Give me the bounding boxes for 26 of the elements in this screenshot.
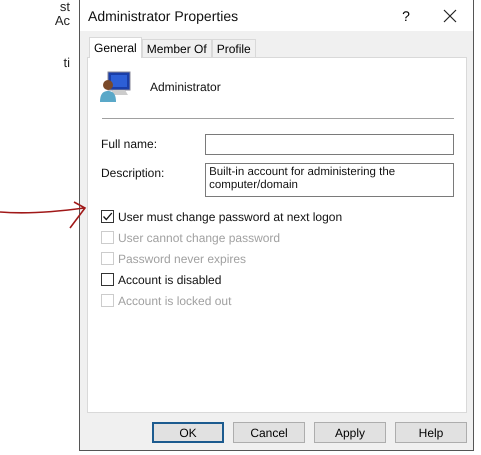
background-text: ti bbox=[64, 56, 70, 70]
checkbox[interactable] bbox=[101, 210, 114, 223]
input-field[interactable] bbox=[205, 134, 454, 155]
checkbox-label: Password never expires bbox=[118, 252, 246, 266]
checkbox-label: Account is disabled bbox=[118, 272, 222, 286]
tab[interactable]: General bbox=[89, 37, 142, 58]
checkbox-label: User must change password at next logon bbox=[118, 210, 342, 224]
dialog-button[interactable]: Cancel bbox=[233, 422, 305, 443]
window-title: Administrator Properties bbox=[88, 8, 240, 24]
dialog-button[interactable]: OK bbox=[152, 422, 224, 443]
tab[interactable]: Member Of bbox=[142, 39, 212, 57]
dialog-button[interactable]: Apply bbox=[314, 422, 386, 443]
background-text: Ac bbox=[54, 14, 70, 28]
checkbox-label: Account is locked out bbox=[118, 294, 232, 308]
close-icon[interactable] bbox=[443, 8, 457, 22]
user-computer-icon bbox=[99, 71, 133, 103]
help-button[interactable]: ? bbox=[391, 8, 421, 24]
input-field[interactable]: Built-in account for administering the computer/domain bbox=[205, 163, 454, 197]
field-label: Description: bbox=[101, 165, 166, 180]
field-label: Full name: bbox=[101, 136, 158, 151]
account-name: Administrator bbox=[150, 80, 221, 94]
checkbox-label: User cannot change password bbox=[118, 230, 280, 244]
checkbox[interactable] bbox=[101, 273, 114, 286]
dialog-button[interactable]: Help bbox=[395, 422, 467, 443]
background-text: st bbox=[60, 0, 70, 14]
tab[interactable]: Profile bbox=[212, 39, 256, 57]
